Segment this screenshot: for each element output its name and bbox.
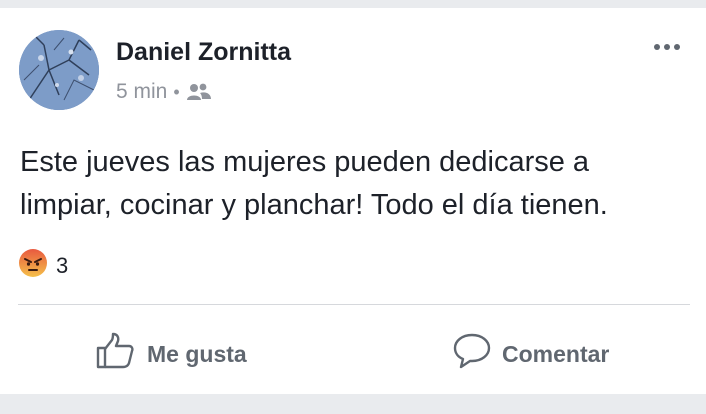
more-dot <box>654 44 660 50</box>
meta-separator: • <box>173 81 180 102</box>
post-card: Daniel Zornitta 5 min • Este jueves las … <box>0 8 706 394</box>
reaction-count: 3 <box>56 253 69 278</box>
comment-icon <box>452 332 492 376</box>
more-dot <box>674 44 680 50</box>
feed-background <box>0 394 706 414</box>
like-button[interactable]: Me gusta <box>95 332 247 376</box>
post-time[interactable]: 5 min <box>116 80 167 104</box>
more-options-icon[interactable] <box>654 44 680 50</box>
angry-reaction-icon <box>18 248 48 284</box>
divider <box>18 304 690 305</box>
post-text: Este jueves las mujeres pueden dedicarse… <box>20 146 608 221</box>
more-dot <box>664 44 670 50</box>
friends-icon[interactable] <box>186 82 212 102</box>
post-meta: 5 min • <box>116 80 212 104</box>
author-name[interactable]: Daniel Zornitta <box>116 38 291 67</box>
reactions-summary[interactable]: 3 <box>18 248 68 284</box>
comment-label: Comentar <box>502 340 610 367</box>
avatar-image <box>19 30 99 110</box>
comment-button[interactable]: Comentar <box>452 332 609 376</box>
like-label: Me gusta <box>147 340 247 367</box>
thumbs-up-icon <box>95 332 137 376</box>
avatar[interactable] <box>19 30 99 110</box>
